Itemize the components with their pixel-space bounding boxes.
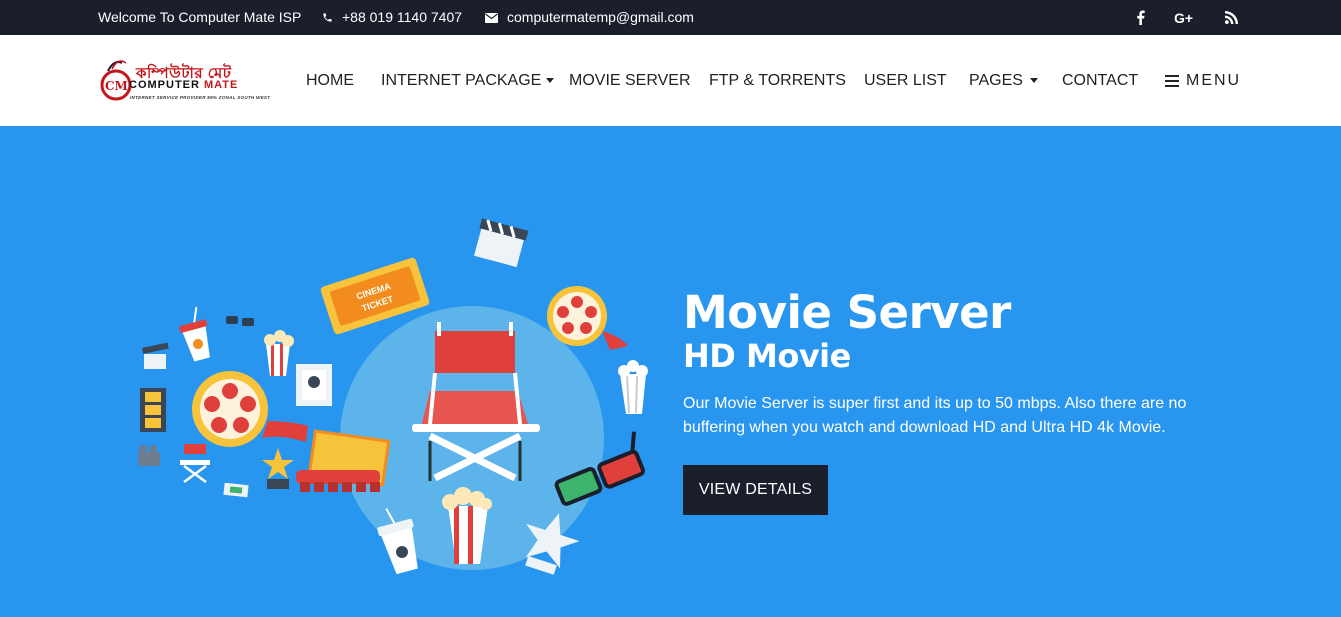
email-contact[interactable]: computermatemp@gmail.com <box>485 0 694 35</box>
phone-contact[interactable]: +88 019 1140 7407 <box>322 0 462 35</box>
google-plus-icon[interactable]: G+ <box>1173 0 1197 35</box>
nav-home[interactable]: HOME <box>306 35 354 126</box>
hero-subtitle: HD Movie <box>683 337 851 375</box>
hero-banner: CINEMA TICKET Movie Server HD Movie Our … <box>0 126 1341 617</box>
email-address: computermatemp@gmail.com <box>507 9 694 25</box>
small-chair-icon <box>180 444 210 484</box>
site-logo[interactable]: CM কম্পিউটার মেট COMPUTER MATE INTERNET … <box>98 57 274 105</box>
view-details-button[interactable]: VIEW DETAILS <box>683 465 828 515</box>
nav-movie-server[interactable]: MOVIE SERVER <box>569 35 691 126</box>
trophy-icon <box>262 448 294 489</box>
clapperboard-icon <box>474 218 529 268</box>
film-strip-icon <box>140 388 166 432</box>
film-frame-icon <box>296 364 332 406</box>
hero-description: Our Movie Server is super first and its … <box>683 395 1187 436</box>
main-navbar: CM কম্পিউটার মেট COMPUTER MATE INTERNET … <box>0 35 1341 126</box>
clapperboard-icon <box>142 342 169 369</box>
nav-menu-toggle[interactable]: MENU <box>1165 35 1241 126</box>
cinema-illustration: CINEMA TICKET <box>138 218 648 575</box>
logo-english-text: COMPUTER MATE <box>129 79 239 91</box>
welcome-text: Welcome To Computer Mate ISP <box>98 9 302 25</box>
nav-contact[interactable]: CONTACT <box>1062 35 1138 126</box>
film-reel-icon <box>192 371 308 447</box>
logo-tagline: INTERNET SERVICE PROVIDER 89% ZONAL SOUT… <box>130 95 271 100</box>
nav-ftp-torrents[interactable]: FTP & TORRENTS <box>709 35 846 126</box>
svg-text:G+: G+ <box>1174 11 1193 25</box>
hamburger-icon <box>1165 72 1179 90</box>
svg-text:CM: CM <box>105 79 128 93</box>
cinema-seats-icon <box>296 429 391 492</box>
popcorn-icon <box>618 360 648 414</box>
facebook-icon[interactable] <box>1128 0 1152 35</box>
phone-icon <box>323 13 332 22</box>
envelope-icon <box>485 12 498 23</box>
phone-number: +88 019 1140 7407 <box>342 9 463 25</box>
drink-cup-icon <box>179 307 210 362</box>
rss-icon[interactable] <box>1219 0 1243 35</box>
small-glasses-icon <box>226 316 254 326</box>
ticket-stub-icon <box>223 482 249 498</box>
caret-down-icon <box>546 78 555 83</box>
nav-user-list[interactable]: USER LIST <box>864 35 947 126</box>
nav-pages[interactable]: PAGES <box>969 35 1038 126</box>
movie-camera-icon <box>138 445 160 466</box>
caret-down-icon <box>1029 78 1038 83</box>
popcorn-icon <box>264 330 294 376</box>
top-bar: Welcome To Computer Mate ISP +88 019 114… <box>0 0 1341 35</box>
nav-internet-package[interactable]: INTERNET PACKAGE <box>381 35 555 126</box>
hero-title: Movie Server <box>683 286 1011 339</box>
